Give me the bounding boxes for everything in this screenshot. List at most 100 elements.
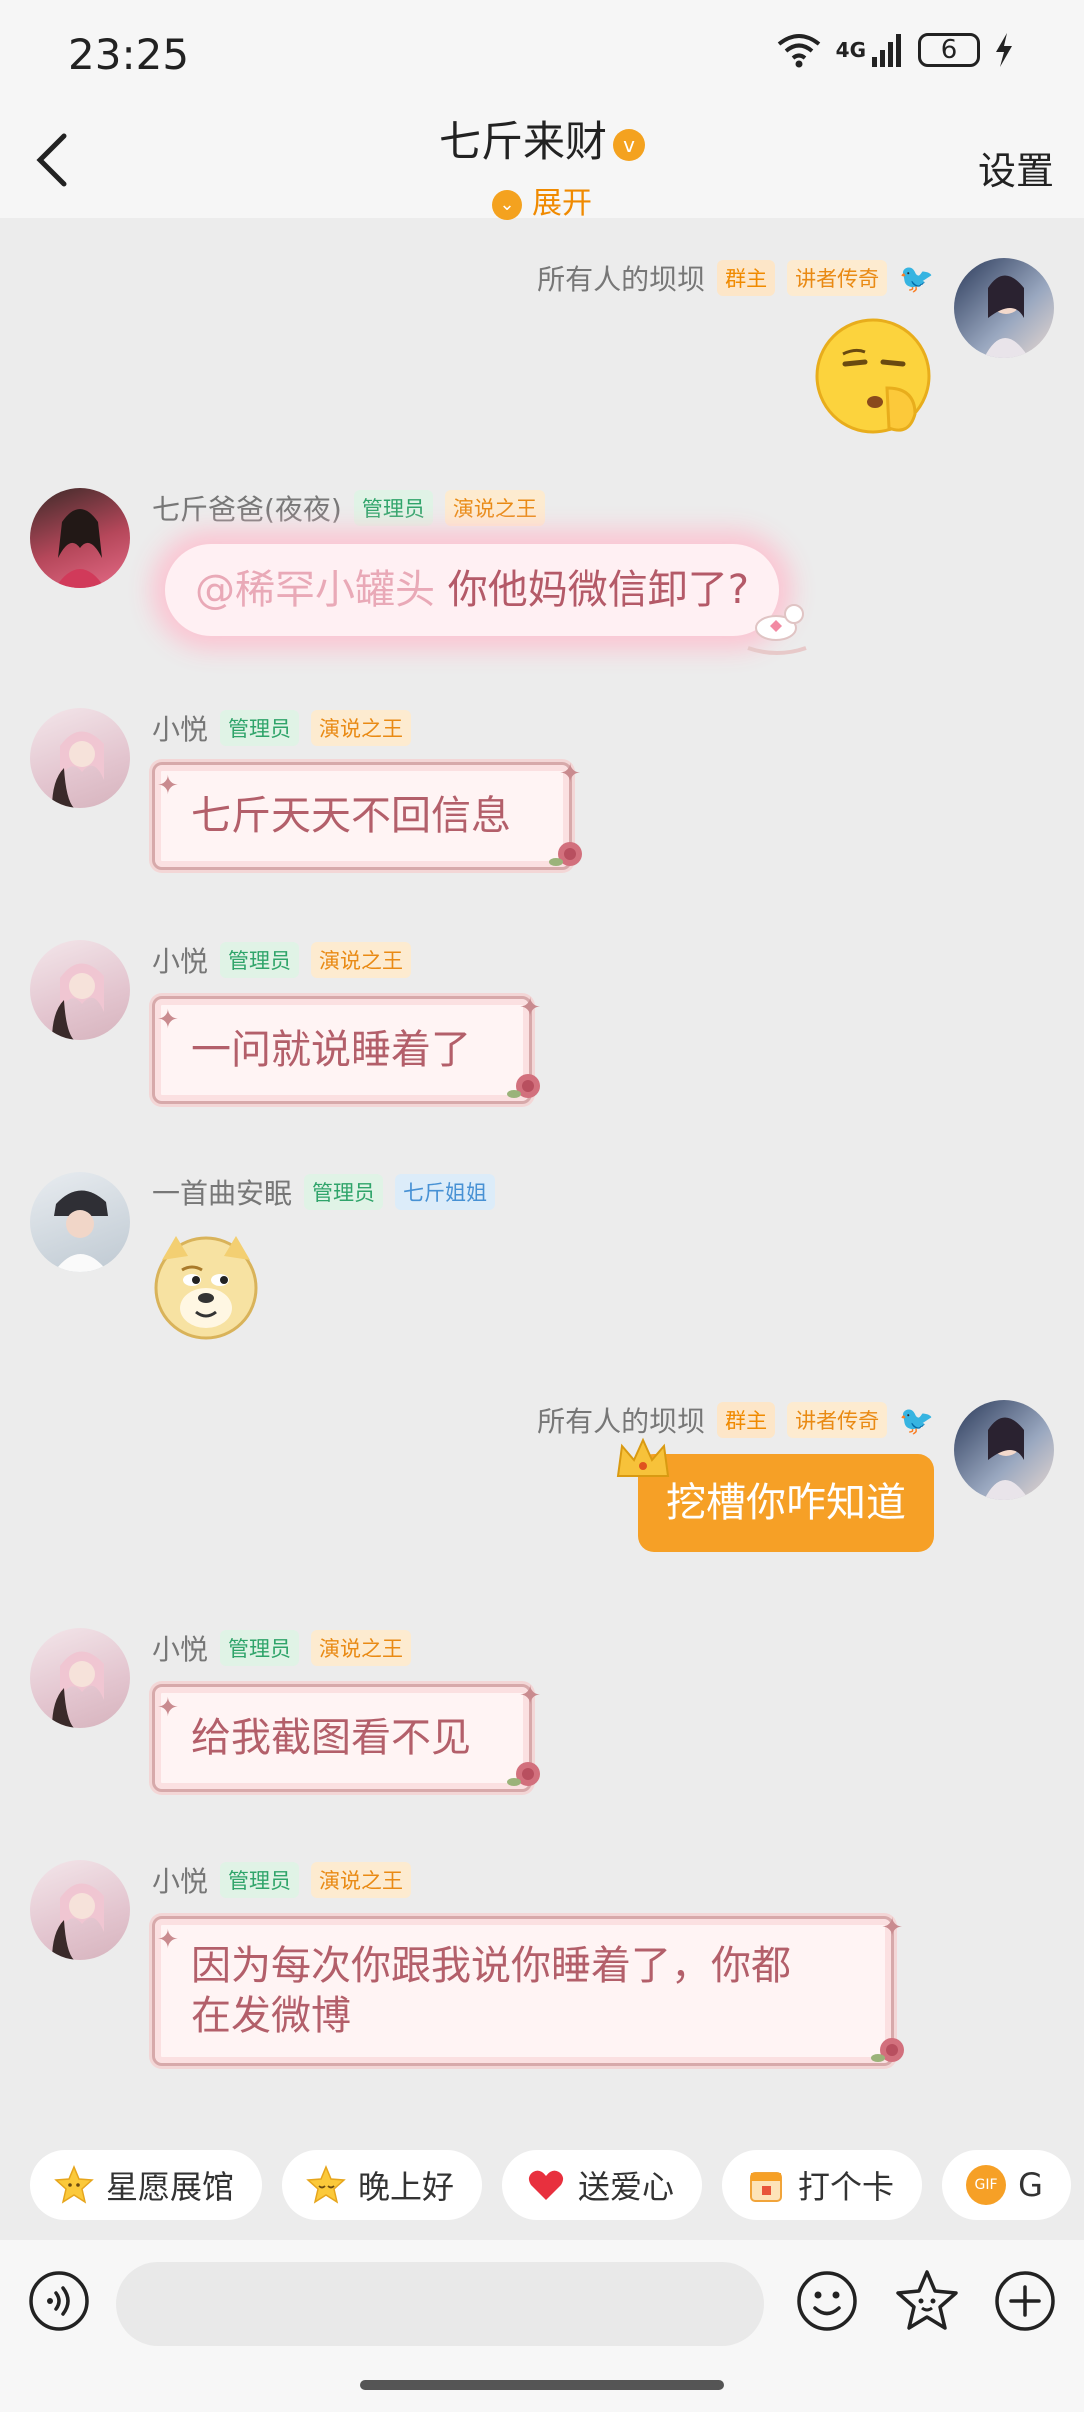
sender-name[interactable]: 七斤爸爸(夜夜) <box>152 488 342 528</box>
shush-emoji-icon[interactable] <box>815 318 935 438</box>
message-text: 你他妈微信卸了? <box>447 567 749 613</box>
crown-icon <box>616 1437 670 1477</box>
sender-name[interactable]: 小悦 <box>152 1860 208 1900</box>
title-badge: 讲者传奇 <box>787 1402 888 1438</box>
message-meta: 小悦 管理员 演说之王 <box>152 940 412 980</box>
message-meta: 小悦 管理员 演说之王 <box>152 708 412 748</box>
bird-icon: 🐦 <box>899 1403 934 1437</box>
message-text-line: 在发微博 <box>191 1993 351 2039</box>
chip-label: 星愿展馆 <box>106 2168 235 2206</box>
rocking-horse-icon <box>747 604 807 655</box>
title-badge: 演说之王 <box>311 942 412 978</box>
quick-reply-bar: 星愿展馆 晚上好 送爱心 打个卡 GIF G <box>30 2150 1071 2220</box>
status-time: 23:25 <box>68 30 190 79</box>
mention-link[interactable]: @稀罕小罐头 <box>195 567 435 613</box>
gif-icon-label: GIF <box>966 2165 1007 2205</box>
chevron-down-icon: ⌄ <box>492 189 522 220</box>
message-bubble[interactable]: 一问就说睡着了 ✦ ✦ <box>152 993 541 1104</box>
message-meta: 七斤爸爸(夜夜) 管理员 演说之王 <box>152 488 545 528</box>
bird-icon: 🐦 <box>899 261 934 295</box>
message-input[interactable] <box>116 2262 764 2346</box>
sparkle-icon: ✦ <box>157 1925 179 1955</box>
network-label: 4G <box>835 38 866 62</box>
message-text: 七斤天天不回信息 <box>191 793 511 839</box>
rose-icon <box>871 2038 904 2062</box>
star-face-button-icon[interactable] <box>894 2268 960 2334</box>
emoji-icon[interactable] <box>796 2270 858 2332</box>
chip-label: 送爱心 <box>578 2168 675 2206</box>
signal-icon <box>872 34 901 67</box>
sparkle-icon: ✦ <box>157 1693 179 1723</box>
doge-emoji-icon[interactable] <box>152 1230 260 1340</box>
sparkle-icon: ✦ <box>881 1913 903 1943</box>
avatar[interactable] <box>30 1172 130 1272</box>
sparkle-icon: ✦ <box>559 759 581 789</box>
sparkle-icon: ✦ <box>519 993 541 1023</box>
gif-icon: GIF <box>966 2165 1007 2205</box>
wifi-icon <box>777 34 820 68</box>
rose-icon <box>507 1074 540 1098</box>
message-bubble[interactable]: 挖槽你咋知道 <box>638 1454 934 1552</box>
message-meta: 一首曲安眠 管理员 七斤姐姐 <box>152 1172 496 1212</box>
title-badge: 演说之王 <box>311 710 412 746</box>
sender-name[interactable]: 所有人的坝坝 <box>537 258 705 298</box>
message-meta: 所有人的坝坝 群主 讲者传奇 🐦 <box>537 258 934 298</box>
home-indicator[interactable] <box>360 2380 724 2390</box>
charging-icon <box>996 33 1012 67</box>
sender-name[interactable]: 所有人的坝坝 <box>537 1400 705 1440</box>
calendar-icon <box>746 2165 786 2205</box>
heart-icon <box>526 2165 566 2205</box>
message-bubble[interactable]: 七斤天天不回信息 ✦ ✦ <box>152 759 581 870</box>
avatar[interactable] <box>954 1400 1054 1500</box>
avatar[interactable] <box>954 258 1054 358</box>
message-meta: 所有人的坝坝 群主 讲者传奇 🐦 <box>537 1400 934 1440</box>
message-bubble[interactable]: @稀罕小罐头 你他妈微信卸了? <box>165 544 779 636</box>
avatar[interactable] <box>30 1628 130 1728</box>
input-bar <box>0 2240 1084 2412</box>
quick-reply-chip[interactable]: 星愿展馆 <box>30 2150 263 2220</box>
quick-reply-chip[interactable]: 打个卡 <box>722 2150 923 2220</box>
sender-name[interactable]: 一首曲安眠 <box>152 1172 292 1212</box>
admin-badge: 管理员 <box>220 1630 300 1666</box>
expand-label: 展开 <box>532 186 592 221</box>
top-bar: 23:25 4G 6 七斤来财 v ⌄ 展开 设置 <box>0 0 1084 221</box>
sparkle-icon: ✦ <box>519 1681 541 1711</box>
message-bubble[interactable]: 给我截图看不见 ✦ ✦ <box>152 1681 541 1792</box>
avatar[interactable] <box>30 488 130 588</box>
quick-reply-chip[interactable]: GIF G <box>942 2150 1071 2220</box>
status-icons: 4G 6 <box>776 32 1014 68</box>
sender-name[interactable]: 小悦 <box>152 1628 208 1668</box>
star-sleep-icon <box>306 2165 346 2205</box>
avatar[interactable] <box>30 708 130 808</box>
chip-label: 打个卡 <box>798 2168 895 2206</box>
sparkle-icon: ✦ <box>157 1005 179 1035</box>
verified-icon: v <box>613 128 645 161</box>
star-face-icon <box>54 2165 94 2205</box>
chip-label: 晚上好 <box>358 2168 455 2206</box>
battery-icon: 6 <box>918 33 980 67</box>
sender-name[interactable]: 小悦 <box>152 940 208 980</box>
admin-badge: 管理员 <box>220 942 300 978</box>
avatar[interactable] <box>30 1860 130 1960</box>
settings-button[interactable]: 设置 <box>978 140 1054 195</box>
expand-button[interactable]: ⌄ 展开 <box>0 178 1084 222</box>
title-badge: 七斤姐姐 <box>395 1174 496 1210</box>
rose-icon <box>549 842 582 866</box>
message-bubble[interactable]: 因为每次你跟我说你睡着了，你都 在发微博 ✦ ✦ <box>152 1913 903 2066</box>
plus-icon[interactable] <box>994 2270 1056 2332</box>
quick-reply-chip[interactable]: 送爱心 <box>502 2150 703 2220</box>
avatar[interactable] <box>30 940 130 1040</box>
sender-name[interactable]: 小悦 <box>152 708 208 748</box>
owner-badge: 群主 <box>717 260 776 296</box>
rose-icon <box>507 1762 540 1786</box>
admin-badge: 管理员 <box>353 490 433 526</box>
quick-reply-chip[interactable]: 晚上好 <box>282 2150 483 2220</box>
voice-icon[interactable] <box>28 2270 90 2332</box>
message-text: 一问就说睡着了 <box>191 1027 471 1073</box>
message-text: 给我截图看不见 <box>191 1715 471 1761</box>
title-badge: 讲者传奇 <box>787 260 888 296</box>
message-text-line: 因为每次你跟我说你睡着了，你都 <box>191 1943 791 1989</box>
owner-badge: 群主 <box>717 1402 776 1438</box>
title-badge: 演说之王 <box>444 490 545 526</box>
chat-title: 七斤来财 v <box>0 108 1084 169</box>
